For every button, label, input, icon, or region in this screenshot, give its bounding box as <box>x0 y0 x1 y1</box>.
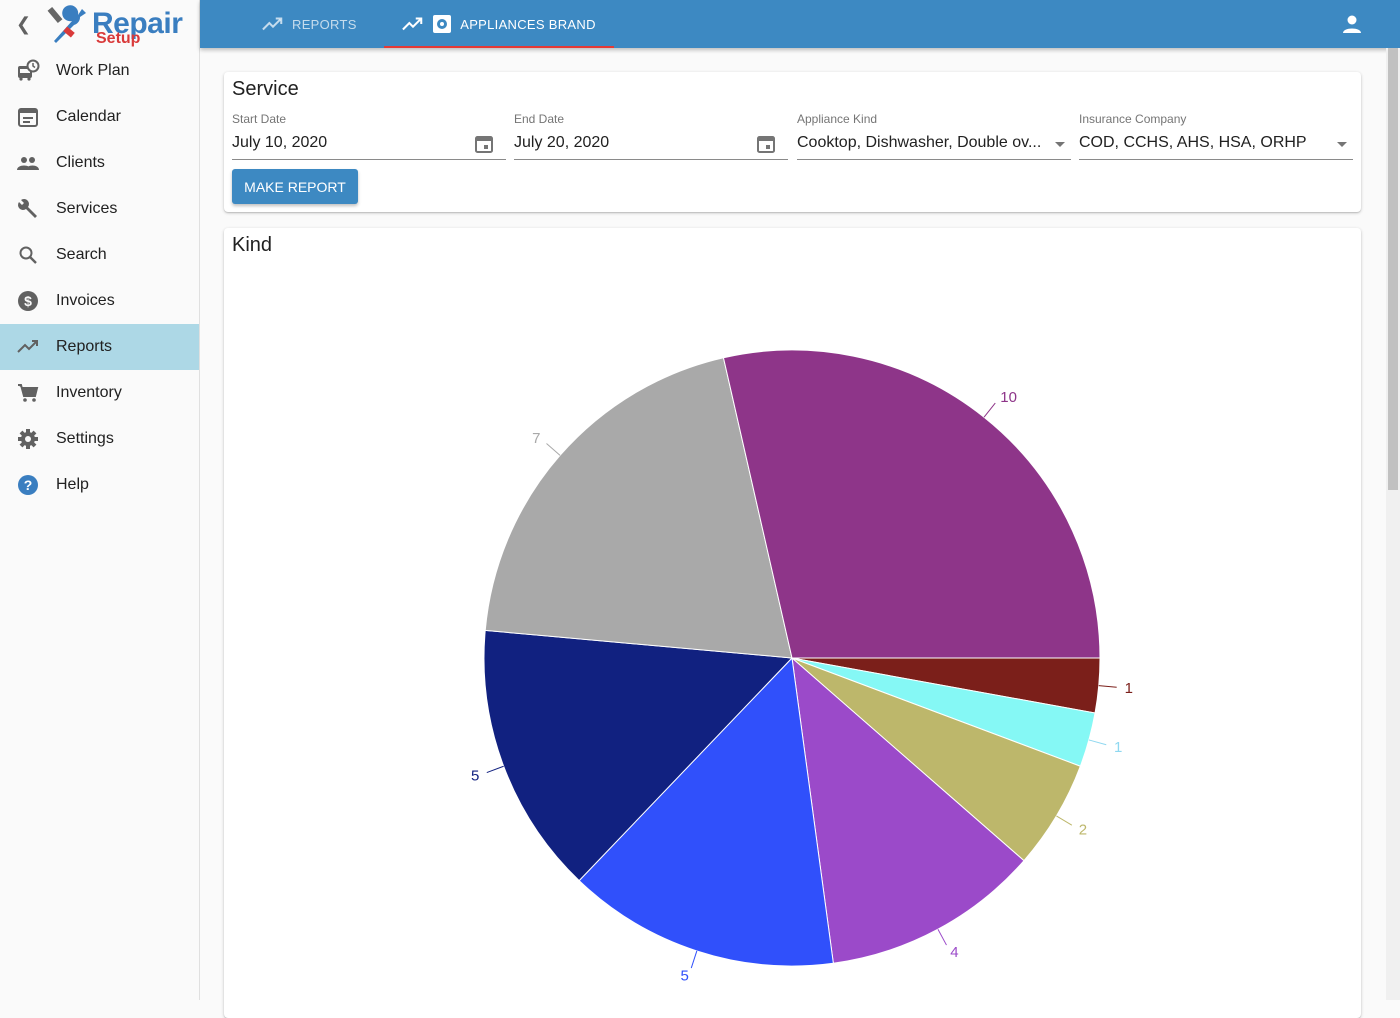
sidebar-item-label: Invoices <box>56 292 115 309</box>
tab-appliances-brand[interactable]: APPLIANCES BRAND <box>384 0 614 48</box>
settings-box-icon <box>433 15 452 33</box>
logo-text: Repair Setup <box>92 9 183 47</box>
label-leader-line <box>546 443 561 456</box>
sidebar-item-label: Help <box>56 476 89 493</box>
data-label: 5 <box>471 767 479 784</box>
app-logo[interactable]: Repair Setup <box>46 3 183 47</box>
sidebar-item-label: Inventory <box>56 384 122 401</box>
data-label: 4 <box>950 944 958 961</box>
cart-icon <box>18 384 39 402</box>
trending-up-icon <box>17 340 38 353</box>
sidebar-nav: Work Plan Calendar Clients Services Search $ I… <box>0 48 199 508</box>
sidebar-item-help[interactable]: ? Help <box>0 462 199 508</box>
tab-reports-label: REPORTS <box>292 16 357 32</box>
sidebar-item-clients[interactable]: Clients <box>0 140 199 186</box>
sidebar-item-label: Settings <box>56 430 114 447</box>
service-card: Service Start Date July 10, 2020 End Dat… <box>224 72 1361 212</box>
sidebar-item-inventory[interactable]: Inventory <box>0 370 199 416</box>
calendar-icon[interactable] <box>756 134 776 154</box>
logo-row: ❮ Repair Setup <box>0 0 199 48</box>
sidebar-item-label: Search <box>56 246 107 263</box>
search-icon <box>19 246 37 264</box>
pie-chart: 1 1 2 4 5 5 7 10 <box>471 349 1133 985</box>
label-leader-line <box>1056 815 1073 826</box>
svg-text:?: ? <box>24 477 33 493</box>
bus-clock-icon <box>18 59 40 81</box>
label-leader-line <box>937 928 947 946</box>
appliance-kind-select[interactable]: Appliance Kind Cooktop, Dishwasher, Doub… <box>797 112 1071 160</box>
start-date-value[interactable]: July 10, 2020 <box>232 134 327 152</box>
calendar-icon[interactable] <box>474 134 494 154</box>
help-icon: ? <box>18 475 38 495</box>
sidebar-item-label: Work Plan <box>56 62 130 79</box>
kind-chart-card: Kind 1 1 2 4 5 5 7 10 <box>224 228 1361 1018</box>
label-leader-line <box>690 950 698 969</box>
sidebar-item-label: Services <box>56 200 118 217</box>
start-date-label: Start Date <box>232 112 287 126</box>
sidebar-item-services[interactable]: Services <box>0 186 199 232</box>
data-label: 7 <box>532 430 540 447</box>
data-label: 2 <box>1079 821 1087 838</box>
calendar-icon <box>18 108 38 127</box>
top-app-bar: REPORTS APPLIANCES BRAND <box>200 0 1400 48</box>
data-label: 5 <box>680 968 688 985</box>
sidebar-item-invoices[interactable]: $ Invoices <box>0 278 199 324</box>
data-label: 1 <box>1114 739 1122 756</box>
insurance-company-label: Insurance Company <box>1079 112 1187 126</box>
svg-text:$: $ <box>24 293 32 309</box>
gear-icon <box>18 429 38 449</box>
start-date-field[interactable]: Start Date July 10, 2020 <box>232 112 506 160</box>
scrollbar[interactable] <box>1386 48 1400 1000</box>
wrench-tools-icon <box>47 5 86 43</box>
sidebar-item-label: Clients <box>56 154 105 171</box>
scrollbar-thumb[interactable] <box>1388 48 1398 490</box>
sidebar-item-calendar[interactable]: Calendar <box>0 94 199 140</box>
label-leader-line <box>486 765 504 774</box>
tab-appliances-brand-label: APPLIANCES BRAND <box>460 16 596 32</box>
account-icon[interactable] <box>1340 12 1364 36</box>
sidebar-item-label: Reports <box>56 338 113 355</box>
data-label: 10 <box>1000 389 1017 406</box>
people-icon <box>17 157 39 170</box>
label-leader-line <box>1088 739 1107 746</box>
sidebar-item-search[interactable]: Search <box>0 232 199 278</box>
wrench-icon <box>18 199 37 218</box>
sidebar-item-reports[interactable]: Reports <box>0 324 199 370</box>
dropdown-arrow-icon[interactable] <box>1337 142 1347 147</box>
sidebar-item-label: Calendar <box>56 108 121 125</box>
insurance-company-select[interactable]: Insurance Company COD, CCHS, AHS, HSA, O… <box>1079 112 1353 160</box>
trending-up-icon <box>402 17 423 31</box>
service-title: Service <box>232 78 299 100</box>
label-leader-line <box>1098 685 1117 688</box>
label-leader-line <box>983 402 996 418</box>
data-label: 1 <box>1125 680 1133 697</box>
dropdown-arrow-icon[interactable] <box>1055 142 1065 147</box>
tab-reports[interactable]: REPORTS <box>262 0 357 48</box>
end-date-value[interactable]: July 20, 2020 <box>514 134 609 152</box>
make-report-button[interactable]: MAKE REPORT <box>232 169 358 204</box>
appliance-kind-label: Appliance Kind <box>797 112 878 126</box>
end-date-field[interactable]: End Date July 20, 2020 <box>514 112 788 160</box>
logo-text-bottom: Setup <box>96 30 141 47</box>
end-date-label: End Date <box>514 112 565 126</box>
chevron-left-icon[interactable]: ❮ <box>16 14 46 35</box>
trending-up-icon <box>262 17 283 31</box>
dollar-icon: $ <box>18 291 38 311</box>
insurance-company-value[interactable]: COD, CCHS, AHS, HSA, ORHP <box>1079 134 1307 152</box>
sidebar: ❮ Repair Setup Work Plan Calendar Clients S… <box>0 0 200 1000</box>
appliance-kind-value[interactable]: Cooktop, Dishwasher, Double ov... <box>797 134 1041 152</box>
sidebar-item-work-plan[interactable]: Work Plan <box>0 48 199 94</box>
sidebar-item-settings[interactable]: Settings <box>0 416 199 462</box>
